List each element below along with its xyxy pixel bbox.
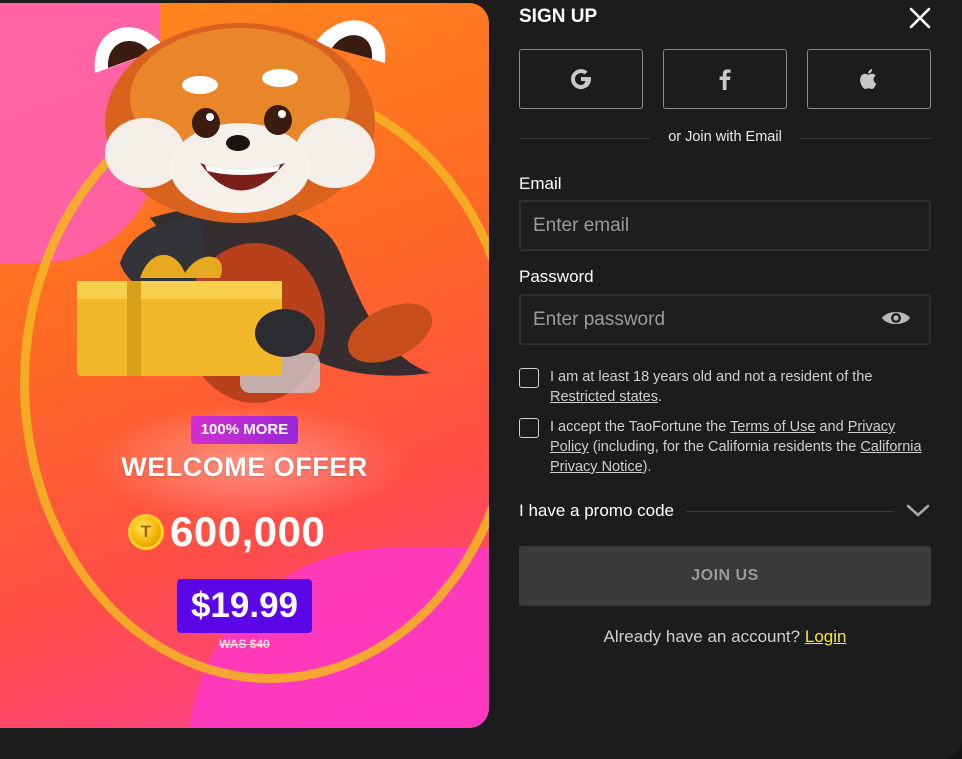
join-us-button[interactable]: JOIN US [519,546,931,606]
coin-icon: T [128,514,164,550]
facebook-signup-button[interactable] [663,49,787,109]
apple-icon [860,69,877,90]
age-confirmation-row: I am at least 18 years old and not a res… [519,367,931,407]
divider-line [800,138,931,139]
was-price: WAS $40 [219,637,270,651]
terms-acceptance-row: I accept the TaoFortune the Terms of Use… [519,417,931,477]
terms-acceptance-checkbox[interactable] [519,418,539,438]
password-input[interactable] [519,294,931,345]
terms-text-part: ). [642,459,652,475]
facebook-icon [719,69,731,90]
terms-of-use-link[interactable]: Terms of Use [730,419,815,435]
offer-title: WELCOME OFFER [121,452,368,482]
apple-signup-button[interactable] [807,49,931,109]
age-confirmation-text-part: . [658,389,663,405]
login-link[interactable]: Login [805,627,847,646]
page-title: SIGN UP [519,6,598,27]
signup-modal: 100% MORE WELCOME OFFER T 600,000 $19.99… [0,0,962,759]
restricted-states-link[interactable]: Restricted states [550,389,658,405]
age-confirmation-text-part: I am at least 18 years old and not a res… [550,369,873,385]
offer-price-button[interactable]: $19.99 [177,579,312,633]
divider-line [685,510,893,512]
or-join-with-email-text: or Join with Email [668,129,782,145]
terms-acceptance-text: I accept the TaoFortune the Terms of Use… [550,417,931,477]
terms-text-part: I accept the TaoFortune the [550,419,731,435]
email-input[interactable] [519,200,931,251]
age-confirmation-text: I am at least 18 years old and not a res… [550,367,931,407]
login-prompt-text: Already have an account? [603,627,801,646]
chevron-down-icon [906,504,930,517]
close-icon[interactable] [906,4,934,32]
welcome-offer-card: 100% MORE WELCOME OFFER T 600,000 $19.99… [0,3,489,728]
login-prompt-row: Already have an account? Login [519,627,931,647]
password-label: Password [519,267,594,286]
promo-code-toggle[interactable]: I have a promo code [519,499,931,523]
promo-code-label: I have a promo code [519,501,674,520]
offer-badge: 100% MORE [191,416,298,444]
red-panda-mascot-image [77,20,433,403]
email-label: Email [519,174,562,193]
coins-amount-row: T 600,000 [128,508,325,556]
google-signup-button[interactable] [519,49,643,109]
terms-text-part: (including, for the California residents… [588,439,861,455]
terms-text-part: and [815,419,848,435]
coins-amount: 600,000 [170,508,326,555]
show-password-eye-icon[interactable] [880,306,912,330]
age-confirmation-checkbox[interactable] [519,368,539,388]
google-icon [571,69,592,90]
